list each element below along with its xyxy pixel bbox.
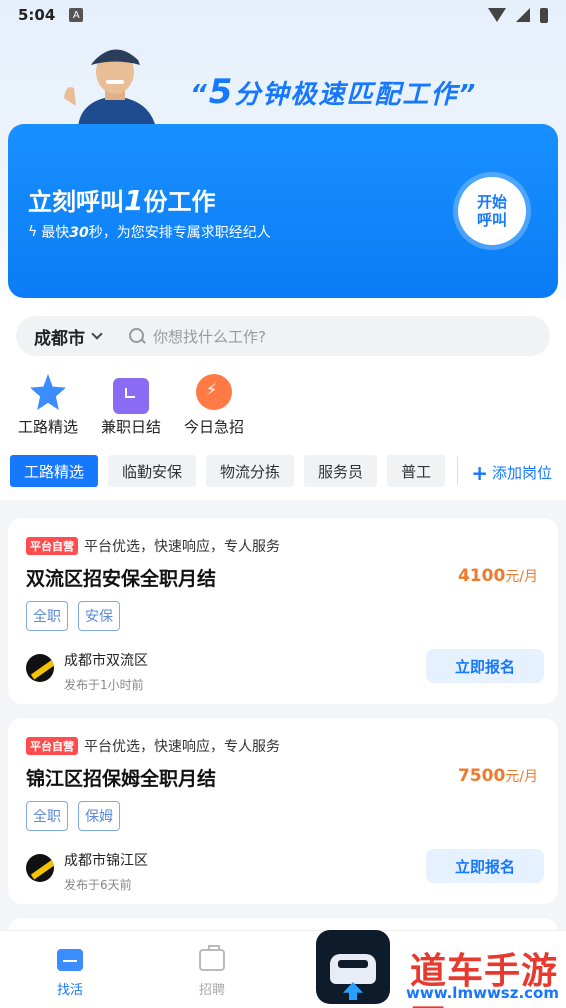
job-tags: 全职 安保 <box>26 601 120 631</box>
category-tabs: 工路精选 临勤安保 物流分拣 服务员 普工 <box>10 455 459 487</box>
nav-find-work[interactable]: 找活 <box>30 949 110 998</box>
tab-logistics[interactable]: 物流分拣 <box>206 455 295 487</box>
signal-icon <box>516 8 530 22</box>
job-tagline: 平台优选，快速响应，专人服务 <box>84 539 280 555</box>
urgent-clock-icon <box>196 374 232 410</box>
tab-general-worker[interactable]: 普工 <box>387 455 446 487</box>
status-time: 5:04 <box>18 6 56 24</box>
company-logo <box>26 854 54 882</box>
search-icon <box>129 328 145 344</box>
tab-security[interactable]: 临勤安保 <box>108 455 197 487</box>
job-posted-time: 发布于1小时前 <box>64 678 144 692</box>
wifi-icon <box>488 8 506 22</box>
quick-call-title: 立刻呼叫1份工作 <box>28 184 216 217</box>
car-icon <box>330 954 376 984</box>
job-salary: 4100元/月 <box>457 566 538 586</box>
quick-call-card[interactable]: 立刻呼叫1份工作 ϟ 最快30秒，为您安排专属求职经纪人 开始 呼叫 <box>8 124 558 298</box>
job-tags: 全职 保姆 <box>26 801 120 831</box>
job-title: 双流区招安保全职月结 <box>26 568 217 590</box>
bolt-icon: ϟ <box>28 224 38 240</box>
battery-icon <box>540 7 548 23</box>
star-icon <box>30 374 66 410</box>
start-call-button[interactable]: 开始 呼叫 <box>458 177 526 245</box>
tab-waiter[interactable]: 服务员 <box>304 455 378 487</box>
bag-icon <box>199 945 225 971</box>
job-tag: 全职 <box>26 601 68 631</box>
add-post-button[interactable]: + 添加岗位 <box>471 462 552 483</box>
job-tag: 全职 <box>26 801 68 831</box>
agent-illustration <box>64 49 156 128</box>
job-posted-time: 发布于6天前 <box>64 878 132 892</box>
job-salary: 7500元/月 <box>457 766 538 786</box>
tab-divider <box>457 457 459 485</box>
job-tag: 安保 <box>78 601 120 631</box>
search-bar: 成都市 你想找什么工作? <box>16 316 550 356</box>
job-location: 成都市双流区 <box>64 653 148 669</box>
apply-button[interactable]: 立即报名 <box>426 649 544 683</box>
plus-icon: + <box>471 460 488 485</box>
company-logo <box>26 654 54 682</box>
job-location: 成都市锦江区 <box>64 853 148 869</box>
chevron-down-icon[interactable] <box>91 328 103 340</box>
self-operated-badge: 平台自营 <box>26 537 78 555</box>
job-tag: 保姆 <box>78 801 120 831</box>
job-card[interactable]: 平台自营 平台优选，快速响应，专人服务 锦江区招保姆全职月结 7500元/月 全… <box>8 718 558 904</box>
apply-button[interactable]: 立即报名 <box>426 849 544 883</box>
briefcase-icon <box>57 949 83 971</box>
self-operated-badge: 平台自营 <box>26 737 78 755</box>
notification-icon: A <box>69 8 84 22</box>
nav-recruit[interactable]: 招聘 <box>172 945 252 998</box>
watermark-logo <box>316 930 390 1004</box>
watermark-url: www.lmwwsz.com <box>406 984 559 1002</box>
quick-call-subtitle: ϟ 最快30秒，为您安排专属求职经纪人 <box>28 224 271 241</box>
quick-entry-featured[interactable]: 工路精选 <box>8 374 88 437</box>
quick-entry-urgent[interactable]: 今日急招 <box>174 374 254 437</box>
job-title: 锦江区招保姆全职月结 <box>26 768 217 790</box>
city-selector[interactable]: 成都市 <box>34 324 85 349</box>
hero-slogan: “5分钟极速匹配工作” <box>190 72 478 112</box>
job-card[interactable]: 平台自营 平台优选，快速响应，专人服务 双流区招安保全职月结 4100元/月 全… <box>8 518 558 704</box>
search-input[interactable]: 你想找什么工作? <box>153 326 266 347</box>
arrow-up-icon <box>343 982 363 1000</box>
job-tagline: 平台优选，快速响应，专人服务 <box>84 739 280 755</box>
calendar-icon <box>113 378 149 414</box>
tab-featured[interactable]: 工路精选 <box>10 455 99 487</box>
quick-entry-daily-pay[interactable]: 兼职日结 <box>91 374 171 437</box>
status-bar: 5:04 A <box>0 0 566 30</box>
